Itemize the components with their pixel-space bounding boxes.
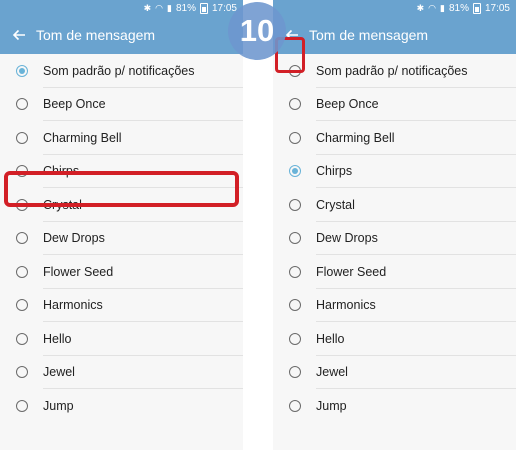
ringtone-list: Som padrão p/ notificações Beep Once Charm… (273, 54, 516, 423)
radio-unselected-icon[interactable] (289, 399, 301, 412)
radio-unselected-icon[interactable] (16, 131, 28, 144)
status-time: 17:05 (484, 2, 510, 14)
ringtone-list: Som padrão p/ notificações Beep Once Charm… (0, 54, 243, 423)
ringtone-label: Jewel (316, 365, 348, 380)
ringtone-option[interactable]: Harmonics (273, 289, 516, 323)
wifi-icon: ◠ (428, 2, 436, 13)
ringtone-option[interactable]: Beep Once (0, 88, 243, 122)
ringtone-label: Flower Seed (43, 264, 114, 279)
signal-icon: ▮ (440, 2, 445, 13)
radio-unselected-icon[interactable] (16, 299, 28, 312)
ringtone-option[interactable]: Jump (273, 389, 516, 423)
status-bar: ✱ ◠ ▮ 81% 17:05 (273, 0, 516, 16)
radio-unselected-icon[interactable] (289, 366, 301, 379)
ringtone-option[interactable]: Charming Bell (273, 121, 516, 155)
battery-percent: 81% (448, 2, 469, 14)
ringtone-option[interactable]: Dew Drops (0, 222, 243, 256)
radio-unselected-icon[interactable] (289, 98, 301, 111)
bluetooth-icon: ✱ (143, 2, 152, 13)
radio-selected-icon[interactable] (16, 64, 28, 77)
ringtone-option[interactable]: Hello (273, 322, 516, 356)
bluetooth-icon: ✱ (416, 2, 425, 13)
step-number-badge: 10 (228, 2, 286, 60)
radio-unselected-icon[interactable] (289, 198, 301, 211)
ringtone-label: Jump (43, 398, 74, 413)
battery-percent: 81% (175, 2, 196, 14)
radio-unselected-icon[interactable] (289, 131, 301, 144)
ringtone-label: Harmonics (43, 298, 103, 313)
ringtone-label: Jump (316, 398, 347, 413)
radio-unselected-icon[interactable] (289, 332, 301, 345)
ringtone-option[interactable]: Jump (0, 389, 243, 423)
radio-unselected-icon[interactable] (16, 232, 28, 245)
ringtone-option[interactable]: Crystal (273, 188, 516, 222)
ringtone-label: Dew Drops (43, 231, 105, 246)
ringtone-label: Hello (316, 331, 345, 346)
ringtone-label: Hello (43, 331, 72, 346)
radio-unselected-icon[interactable] (289, 299, 301, 312)
ringtone-option[interactable]: Dew Drops (273, 222, 516, 256)
right-screen: ✱ ◠ ▮ 81% 17:05 Tom de mensagem Som padr… (273, 0, 516, 450)
radio-selected-icon[interactable] (289, 165, 301, 178)
wifi-icon: ◠ (155, 2, 163, 13)
app-bar: Tom de mensagem (0, 16, 243, 54)
highlight-chirps-row (4, 171, 239, 207)
ringtone-label: Som padrão p/ notificações (43, 63, 195, 78)
ringtone-label: Charming Bell (316, 130, 395, 145)
radio-unselected-icon[interactable] (16, 366, 28, 379)
radio-unselected-icon[interactable] (289, 232, 301, 245)
ringtone-label: Som padrão p/ notificações (316, 63, 468, 78)
page-title: Tom de mensagem (36, 27, 156, 43)
radio-unselected-icon[interactable] (16, 332, 28, 345)
ringtone-option[interactable]: Hello (0, 322, 243, 356)
ringtone-option[interactable]: Som padrão p/ notificações (273, 54, 516, 88)
ringtone-label: Crystal (316, 197, 355, 212)
ringtone-label: Beep Once (316, 97, 379, 112)
status-bar: ✱ ◠ ▮ 81% 17:05 (0, 0, 243, 16)
back-button[interactable] (8, 24, 30, 46)
ringtone-label: Flower Seed (316, 264, 387, 279)
app-bar: Tom de mensagem (273, 16, 516, 54)
status-time: 17:05 (211, 2, 237, 14)
battery-icon (199, 2, 208, 14)
ringtone-label: Harmonics (316, 298, 376, 313)
ringtone-option[interactable]: Beep Once (273, 88, 516, 122)
arrow-left-icon (12, 29, 25, 41)
ringtone-label: Chirps (316, 164, 353, 179)
page-title: Tom de mensagem (309, 27, 429, 43)
ringtone-option[interactable]: Chirps (273, 155, 516, 189)
radio-unselected-icon[interactable] (16, 98, 28, 111)
ringtone-option[interactable]: Jewel (273, 356, 516, 390)
ringtone-option[interactable]: Flower Seed (273, 255, 516, 289)
ringtone-option[interactable]: Jewel (0, 356, 243, 390)
ringtone-label: Charming Bell (43, 130, 122, 145)
ringtone-option[interactable]: Flower Seed (0, 255, 243, 289)
ringtone-label: Dew Drops (316, 231, 378, 246)
ringtone-option[interactable]: Charming Bell (0, 121, 243, 155)
ringtone-option[interactable]: Som padrão p/ notificações (0, 54, 243, 88)
ringtone-label: Beep Once (43, 97, 106, 112)
radio-unselected-icon[interactable] (16, 265, 28, 278)
signal-icon: ▮ (167, 2, 172, 13)
radio-unselected-icon[interactable] (289, 265, 301, 278)
ringtone-label: Jewel (43, 365, 75, 380)
radio-unselected-icon[interactable] (16, 399, 28, 412)
left-screen: ✱ ◠ ▮ 81% 17:05 Tom de mensagem Som padr… (0, 0, 243, 450)
ringtone-option[interactable]: Harmonics (0, 289, 243, 323)
battery-icon (472, 2, 481, 14)
